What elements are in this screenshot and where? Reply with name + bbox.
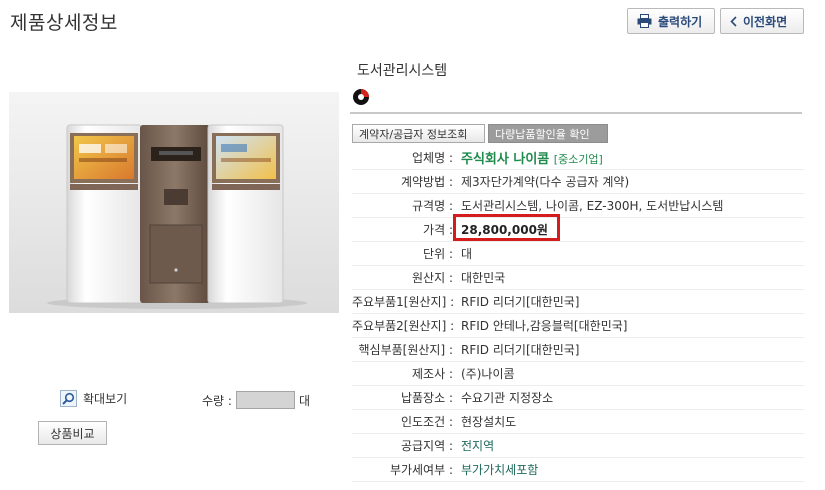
- info-row-part2: 주요부품2[원산지] : RFID 안테나,감응블럭[대한민국]: [352, 314, 804, 338]
- maker-value: (주)나이콤: [461, 367, 515, 381]
- origin-label: 원산지 :: [412, 271, 453, 285]
- info-row-price: 가격 : 28,800,000원: [352, 214, 804, 242]
- printer-icon: [637, 14, 652, 28]
- product-info-table: 업체명 : 주식회사 나이콤 [중소기업] 계약방법 : 제3자단가계약(다수 …: [352, 146, 804, 482]
- quantity-unit: 대: [298, 393, 310, 408]
- place-label: 납품장소 :: [400, 391, 453, 405]
- product-name: 도서관리시스템: [357, 63, 448, 79]
- part2-value: RFID 안테나,감응블럭[대한민국]: [461, 319, 628, 333]
- prev-label: 이전화면: [743, 14, 788, 29]
- price-highlight-box: [453, 214, 560, 241]
- company-name-link[interactable]: 주식회사 나이콤 [중소기업]: [457, 148, 603, 167]
- unit-label: 단위 :: [423, 247, 453, 261]
- page-title: 제품상세정보: [10, 12, 118, 34]
- part2-label: 주요부품2[원산지] :: [352, 319, 455, 333]
- info-row-delivery: 인도조건 : 현장설치도: [352, 410, 804, 434]
- info-row-unit: 단위 : 대: [352, 242, 804, 266]
- quantity-group: 수량 : 대: [202, 391, 310, 409]
- unit-value: 대: [461, 247, 473, 261]
- core-value: RFID 리더기[대한민국]: [461, 343, 580, 357]
- info-row-method: 계약방법 : 제3자단가계약(다수 공급자 계약): [352, 170, 804, 194]
- origin-value: 대한민국: [461, 271, 506, 285]
- contractor-info-button[interactable]: 계약자/공급자 정보조회: [352, 124, 485, 143]
- region-link[interactable]: 전지역: [457, 437, 494, 454]
- vat-link[interactable]: 부가가치세포함: [457, 461, 538, 478]
- magnifier-icon: [60, 390, 77, 407]
- info-row-part1: 주요부품1[원산지] : RFID 리더기[대한민국]: [352, 290, 804, 314]
- print-button[interactable]: 출력하기: [627, 8, 715, 34]
- price-cell: 28,800,000원: [453, 214, 560, 241]
- prev-page-button[interactable]: 이전화면: [720, 8, 804, 34]
- title-divider: [350, 112, 802, 114]
- delivery-value: 현장설치도: [461, 415, 517, 429]
- vat-label: 부가세여부 :: [389, 463, 453, 477]
- info-row-region: 공급지역 : 전지역: [352, 434, 804, 458]
- sme-badge: [중소기업]: [553, 153, 603, 166]
- zoom-link[interactable]: 확대보기: [60, 390, 127, 407]
- delivery-label: 인도조건 :: [400, 415, 453, 429]
- company-label: 업체명 :: [412, 151, 453, 165]
- place-value: 수요기관 지정장소: [461, 391, 554, 405]
- quantity-label: 수량 :: [202, 393, 232, 408]
- spec-value: 도서관리시스템, 나이콤, EZ-300H, 도서반납시스템: [461, 199, 724, 213]
- part1-label: 주요부품1[원산지] :: [352, 295, 455, 309]
- zoom-label: 확대보기: [83, 392, 128, 406]
- quantity-input[interactable]: [235, 391, 295, 409]
- info-row-core: 핵심부품[원산지] : RFID 리더기[대한민국]: [352, 338, 804, 362]
- core-label: 핵심부품[원산지] :: [358, 343, 453, 357]
- method-value: 제3자단가계약(다수 공급자 계약): [461, 175, 630, 189]
- info-row-vat: 부가세여부 : 부가가치세포함: [352, 458, 804, 482]
- company-name: 주식회사 나이콤: [461, 152, 550, 167]
- price-label: 가격 :: [423, 223, 453, 237]
- chevron-left-icon: [730, 15, 737, 27]
- info-row-origin: 원산지 : 대한민국: [352, 266, 804, 290]
- info-row-spec: 규격명 : 도서관리시스템, 나이콤, EZ-300H, 도서반납시스템: [352, 194, 804, 218]
- brand-logo: [352, 88, 372, 109]
- bulk-discount-button[interactable]: 다량납품할인율 확인: [488, 124, 608, 143]
- region-label: 공급지역 :: [400, 439, 453, 453]
- info-row-maker: 제조사 : (주)나이콤: [352, 362, 804, 386]
- maker-label: 제조사 :: [412, 367, 453, 381]
- method-label: 계약방법 :: [400, 175, 453, 189]
- product-image: [9, 92, 339, 313]
- spec-label: 규격명 :: [412, 199, 453, 213]
- compare-button[interactable]: 상품비교: [38, 421, 107, 445]
- part1-value: RFID 리더기[대한민국]: [461, 295, 580, 309]
- print-label: 출력하기: [658, 14, 703, 29]
- info-row-place: 납품장소 : 수요기관 지정장소: [352, 386, 804, 410]
- info-row-company: 업체명 : 주식회사 나이콤 [중소기업]: [352, 146, 804, 170]
